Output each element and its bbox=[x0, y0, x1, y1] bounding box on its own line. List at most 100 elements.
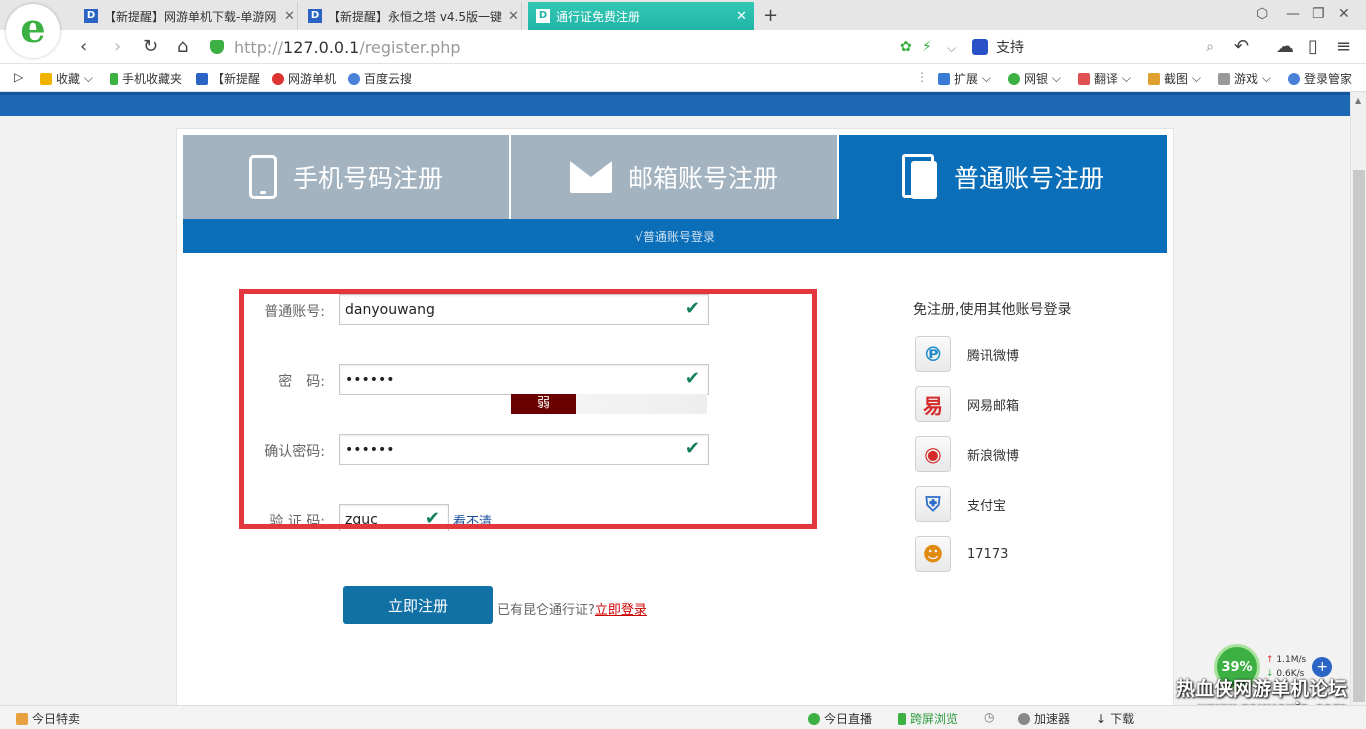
scroll-thumb[interactable] bbox=[1353, 170, 1365, 702]
document-icon bbox=[901, 154, 938, 200]
skin-icon[interactable]: ⬡ bbox=[1256, 6, 1268, 22]
tab-phone-register[interactable]: 手机号码注册 bbox=[183, 135, 509, 219]
close-tab-icon[interactable]: ✕ bbox=[736, 9, 747, 24]
scroll-up-icon[interactable]: ▲ bbox=[1355, 96, 1361, 105]
tencent-weibo-icon: ℗ bbox=[915, 336, 951, 372]
url-text: http://127.0.0.1/register.php bbox=[234, 37, 461, 57]
sidebar-toggle-icon[interactable]: ▷ bbox=[14, 70, 23, 84]
tab-yongheng[interactable]: D 【新提醒】永恒之塔 v4.5版一键 ✕ bbox=[300, 2, 522, 30]
toolbar-screenshot[interactable]: 截图 ⌵ bbox=[1148, 70, 1201, 87]
minimize-icon[interactable]: — bbox=[1286, 6, 1300, 22]
toolbar-bank[interactable]: 网银 ⌵ bbox=[1008, 70, 1061, 87]
dropdown-icon[interactable]: ⌵ bbox=[947, 41, 956, 56]
undo-icon[interactable]: ↶ bbox=[1234, 36, 1249, 57]
alt-login-17173[interactable]: ☻ 17173 bbox=[915, 536, 1008, 572]
alipay-shield-icon: ⛨ bbox=[915, 486, 951, 522]
sub-tab-normal-login[interactable]: √普通账号登录 bbox=[635, 228, 715, 245]
close-tab-icon[interactable]: ✕ bbox=[508, 9, 519, 24]
alt-login-label: 腾讯微博 bbox=[967, 348, 1020, 364]
alt-login-sina-weibo[interactable]: ◉ 新浪微博 bbox=[915, 436, 1019, 472]
register-card: 手机号码注册 邮箱账号注册 普通账号注册 √普通账号登录 普通账号: danyo… bbox=[176, 128, 1174, 705]
search-icon[interactable]: ⌕ bbox=[1206, 39, 1214, 55]
bookmarks-bar: ▷ 收藏 ⌵ 手机收藏夹 【新提醒 网游单机 百度云搜 ⋮ 扩展 ⌵ 网银 ⌵ … bbox=[0, 64, 1366, 92]
browser-status-bar: 今日特卖 今日直播 跨屏浏览 ◷ 加速器 ↓ 下载 bbox=[0, 705, 1366, 729]
more-icon[interactable]: ⋮ bbox=[916, 70, 928, 84]
tab-title: 【新提醒】网游单机下载-单游网 bbox=[104, 9, 277, 24]
alt-login-label: 17173 bbox=[967, 546, 1009, 562]
star-icon bbox=[40, 72, 52, 85]
close-window-icon[interactable]: ✕ bbox=[1338, 6, 1350, 22]
gift-icon bbox=[16, 712, 28, 725]
cloud-icon[interactable]: ☁ bbox=[1276, 36, 1294, 57]
back-icon[interactable]: ‹ bbox=[80, 36, 87, 57]
menu-icon[interactable]: ≡ bbox=[1336, 36, 1351, 57]
bookmark-favorites[interactable]: 收藏 ⌵ bbox=[40, 70, 93, 87]
upload-arrow-icon: ↑ bbox=[1266, 655, 1274, 665]
register-submit-button[interactable]: 立即注册 bbox=[343, 586, 493, 624]
download-icon: ↓ bbox=[1096, 711, 1107, 726]
phone-icon[interactable]: ▯ bbox=[1308, 36, 1318, 57]
login-link[interactable]: 立即登录 bbox=[595, 603, 647, 618]
logo-letter: e bbox=[20, 5, 46, 52]
status-history-icon[interactable]: ◷ bbox=[984, 710, 994, 724]
forward-icon[interactable]: › bbox=[114, 36, 121, 57]
has-account-text: 已有昆仑通行证?立即登录 bbox=[497, 603, 647, 618]
17173-icon: ☻ bbox=[915, 536, 951, 572]
browser-tab-bar: D 【新提醒】网游单机下载-单游网 ✕ D 【新提醒】永恒之塔 v4.5版一键 … bbox=[0, 0, 1366, 30]
tab-title: 通行证免费注册 bbox=[556, 9, 641, 24]
address-bar[interactable]: http://127.0.0.1/register.php bbox=[210, 35, 965, 59]
reload-icon[interactable]: ↻ bbox=[143, 36, 158, 57]
play-icon bbox=[808, 712, 820, 725]
search-input[interactable]: 支持 bbox=[996, 37, 1024, 57]
restore-icon[interactable]: ❐ bbox=[1312, 6, 1325, 22]
bookmark-game[interactable]: 网游单机 bbox=[272, 70, 336, 87]
alt-login-label: 网易邮箱 bbox=[967, 398, 1020, 414]
page-favicon-icon bbox=[196, 72, 208, 85]
browser-logo[interactable]: e bbox=[6, 4, 60, 58]
globe-icon bbox=[272, 72, 284, 85]
highlight-frame bbox=[239, 289, 817, 529]
search-box[interactable]: 支持 ⌕ bbox=[972, 35, 1214, 59]
refresh-site-icon[interactable]: ✿ bbox=[900, 39, 912, 55]
sub-tab-bar: √普通账号登录 bbox=[183, 219, 1167, 253]
tab-danyou[interactable]: D 【新提醒】网游单机下载-单游网 ✕ bbox=[76, 2, 298, 30]
alt-login-netease-mail[interactable]: 易 网易邮箱 bbox=[915, 386, 1019, 422]
secure-shield-icon bbox=[210, 40, 224, 54]
status-cross-screen[interactable]: 跨屏浏览 bbox=[898, 710, 958, 727]
close-tab-icon[interactable]: ✕ bbox=[284, 9, 295, 24]
gamepad-icon bbox=[1218, 72, 1230, 85]
cloud-icon bbox=[348, 72, 360, 85]
bookmark-baidu-cloud[interactable]: 百度云搜 bbox=[348, 70, 412, 87]
toolbar-translate[interactable]: 翻译 ⌵ bbox=[1078, 70, 1131, 87]
status-daily-sale[interactable]: 今日特卖 bbox=[16, 710, 80, 727]
status-accelerator[interactable]: 加速器 bbox=[1018, 710, 1070, 727]
rocket-icon bbox=[1018, 712, 1030, 725]
toolbar-extensions[interactable]: 扩展 ⌵ bbox=[938, 70, 991, 87]
page-favicon-icon: D bbox=[308, 9, 322, 23]
toolbar-games[interactable]: 游戏 ⌵ bbox=[1218, 70, 1271, 87]
alt-login-label: 支付宝 bbox=[967, 498, 1007, 514]
home-icon[interactable]: ⌂ bbox=[177, 36, 188, 57]
status-live[interactable]: 今日直播 bbox=[808, 710, 872, 727]
alt-login-tencent-weibo[interactable]: ℗ 腾讯微博 bbox=[915, 336, 1019, 372]
extension-icon bbox=[938, 72, 950, 85]
status-downloads[interactable]: ↓ 下载 bbox=[1096, 710, 1134, 727]
page-favicon-icon: D bbox=[536, 9, 550, 23]
netease-mail-icon: 易 bbox=[915, 386, 951, 422]
tab-label: 普通账号注册 bbox=[953, 164, 1104, 193]
site-header-bar bbox=[0, 92, 1350, 116]
tab-label: 手机号码注册 bbox=[292, 164, 443, 193]
bookmark-reminder[interactable]: 【新提醒 bbox=[196, 70, 260, 87]
vertical-scrollbar[interactable]: ▲ bbox=[1350, 92, 1366, 705]
speed-mode-icon[interactable]: ⚡ bbox=[922, 39, 932, 55]
tab-normal-register[interactable]: 普通账号注册 bbox=[839, 135, 1167, 219]
toolbar-login-manager[interactable]: 登录管家 bbox=[1288, 70, 1352, 87]
new-tab-button[interactable]: + bbox=[763, 5, 778, 26]
baidu-icon bbox=[972, 39, 988, 55]
bookmark-mobile[interactable]: 手机收藏夹 bbox=[110, 70, 182, 87]
alt-login-alipay[interactable]: ⛨ 支付宝 bbox=[915, 486, 1006, 522]
tab-title: 【新提醒】永恒之塔 v4.5版一键 bbox=[328, 9, 502, 24]
phone-icon bbox=[898, 712, 906, 725]
tab-email-register[interactable]: 邮箱账号注册 bbox=[511, 135, 837, 219]
tab-register[interactable]: D 通行证免费注册 ✕ bbox=[528, 2, 754, 30]
